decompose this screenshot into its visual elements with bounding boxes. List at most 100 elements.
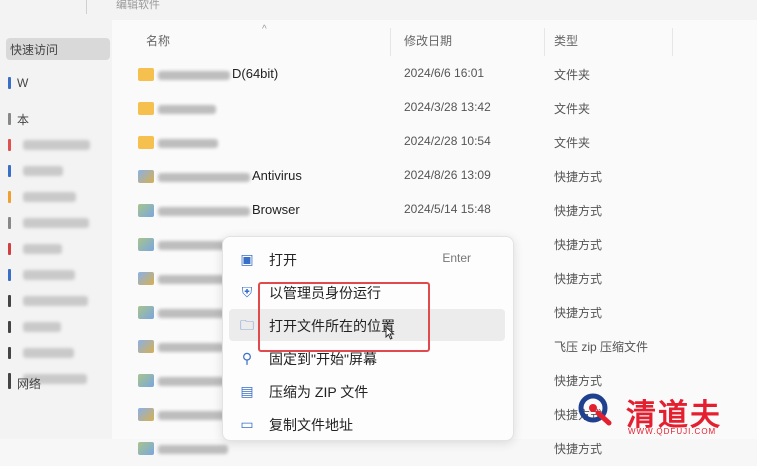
column-header-name[interactable]: 名称 — [146, 32, 170, 49]
file-type: 快捷方式 — [554, 306, 603, 320]
zip-icon: ▤ — [240, 383, 254, 399]
shortcut-icon — [138, 238, 154, 251]
sidebar-item-icon — [8, 165, 11, 177]
sidebar-item[interactable] — [8, 264, 75, 286]
sidebar-item-redacted — [23, 218, 89, 228]
file-type: 文件夹 — [554, 68, 591, 82]
sidebar-item-icon — [8, 243, 11, 255]
sidebar-item-redacted — [23, 348, 74, 358]
file-name: D(64bit) — [232, 66, 279, 81]
file-type: 快捷方式 — [554, 272, 603, 286]
shortcut-icon — [138, 408, 154, 421]
context-menu-item[interactable]: ▭ 复制文件地址 — [229, 408, 505, 440]
file-date: 2024/6/6 16:01 — [404, 66, 485, 80]
address-bar: 编辑软件 — [0, 0, 757, 20]
file-row[interactable]: Browser 2024/5/14 15:48 快捷方式 — [112, 194, 757, 228]
shield-admin-icon: ⛨ — [241, 284, 253, 300]
file-type: 快捷方式 — [554, 204, 603, 218]
folder-open-icon: 🗀 — [240, 317, 254, 333]
file-type: 文件夹 — [554, 136, 591, 150]
file-type: 快捷方式 — [554, 374, 603, 388]
sidebar-item-redacted — [23, 322, 61, 332]
file-name-redacted — [158, 105, 216, 114]
sidebar-item[interactable] — [8, 160, 63, 182]
folder-icon — [138, 68, 154, 81]
file-type: 飞压 zip 压缩文件 — [554, 340, 649, 354]
shortcut-icon — [138, 374, 154, 387]
breadcrumb[interactable]: 编辑软件 — [116, 0, 160, 12]
sidebar-item[interactable] — [8, 186, 76, 208]
file-date: 2024/3/28 13:42 — [404, 100, 491, 114]
sidebar-item[interactable]: 快速访问 — [6, 38, 110, 60]
sidebar-item-redacted — [23, 166, 63, 176]
folder-icon — [138, 136, 154, 149]
sidebar-item-icon — [8, 295, 11, 307]
file-row[interactable]: 2024/3/28 13:42 文件夹 — [112, 92, 757, 126]
sidebar-item-redacted — [23, 140, 90, 150]
file-name-redacted — [158, 411, 232, 420]
column-divider[interactable] — [544, 28, 545, 56]
file-name: Antivirus — [252, 168, 302, 183]
context-menu-item[interactable]: ▤ 压缩为 ZIP 文件 — [229, 375, 505, 407]
watermark-logo: 清道夫 WWW.QDFUJI.COM — [574, 390, 757, 439]
context-menu-item-label: 压缩为 ZIP 文件 — [269, 384, 369, 400]
column-header-type[interactable]: 类型 — [554, 32, 578, 49]
logo-q-icon — [578, 393, 612, 426]
shortcut-icon — [138, 204, 154, 217]
file-type: 文件夹 — [554, 102, 591, 116]
highlight-annotation — [258, 282, 430, 352]
sidebar-item-icon — [8, 191, 11, 203]
sidebar-item-icon — [8, 347, 11, 359]
file-type: 快捷方式 — [554, 170, 603, 184]
file-name-redacted — [158, 71, 230, 80]
file-row[interactable]: D(64bit) 2024/6/6 16:01 文件夹 — [112, 58, 757, 92]
toolbar-divider — [86, 0, 87, 14]
column-header-date[interactable]: 修改日期 — [404, 32, 452, 49]
shortcut-icon — [138, 442, 154, 455]
sidebar-item-label: 本 — [17, 112, 30, 127]
sidebar-item-redacted — [23, 296, 88, 306]
open-icon: ▣ — [240, 251, 254, 267]
column-divider[interactable] — [390, 28, 391, 56]
sidebar-item-label: W — [17, 76, 29, 90]
file-name-redacted — [158, 139, 218, 148]
sidebar-item-icon — [8, 113, 11, 125]
file-date: 2024/8/26 13:09 — [404, 168, 491, 182]
context-menu-item-label: 复制文件地址 — [269, 417, 353, 433]
context-menu-item-label: 打开 — [269, 252, 297, 268]
sidebar-item-icon — [8, 139, 11, 151]
sidebar-item[interactable] — [8, 316, 61, 338]
file-date: 2024/2/28 10:54 — [404, 134, 491, 148]
sidebar-item-icon — [8, 321, 11, 333]
context-menu-item[interactable]: ▣ 打开 Enter — [229, 243, 505, 275]
sidebar-item[interactable]: W — [8, 72, 28, 94]
sidebar-item[interactable] — [8, 212, 89, 234]
navigation-pane: 快速访问 W 本网络 — [0, 20, 112, 439]
sidebar-item-icon — [8, 217, 11, 229]
file-name-redacted — [158, 173, 250, 182]
sort-ascending-icon: ^ — [262, 24, 267, 35]
folder-icon — [138, 102, 154, 115]
sidebar-item[interactable] — [8, 238, 62, 260]
file-row[interactable]: Antivirus 2024/8/26 13:09 快捷方式 — [112, 160, 757, 194]
sidebar-item[interactable] — [8, 342, 74, 364]
file-row[interactable]: 2024/2/28 10:54 文件夹 — [112, 126, 757, 160]
column-divider[interactable] — [672, 28, 673, 56]
file-date: 2024/5/14 15:48 — [404, 202, 491, 216]
file-name-redacted — [158, 207, 250, 216]
sidebar-item[interactable] — [8, 290, 88, 312]
sidebar-item-redacted — [23, 244, 62, 254]
sidebar-item[interactable] — [8, 134, 90, 156]
file-type: 快捷方式 — [554, 442, 603, 456]
shortcut-icon — [138, 306, 154, 319]
sidebar-item[interactable]: 本 — [8, 108, 29, 130]
sidebar-item-label: 网络 — [17, 376, 42, 391]
mouse-cursor-icon — [385, 326, 395, 340]
sidebar-item-icon — [8, 269, 11, 281]
sidebar-item[interactable]: 网络 — [8, 372, 41, 394]
copy-path-icon: ▭ — [240, 416, 254, 432]
logo-url-text: WWW.QDFUJI.COM — [628, 427, 717, 436]
sidebar-item-label: 快速访问 — [10, 42, 59, 57]
sidebar-item-icon — [8, 77, 11, 89]
shortcut-icon — [138, 170, 154, 183]
